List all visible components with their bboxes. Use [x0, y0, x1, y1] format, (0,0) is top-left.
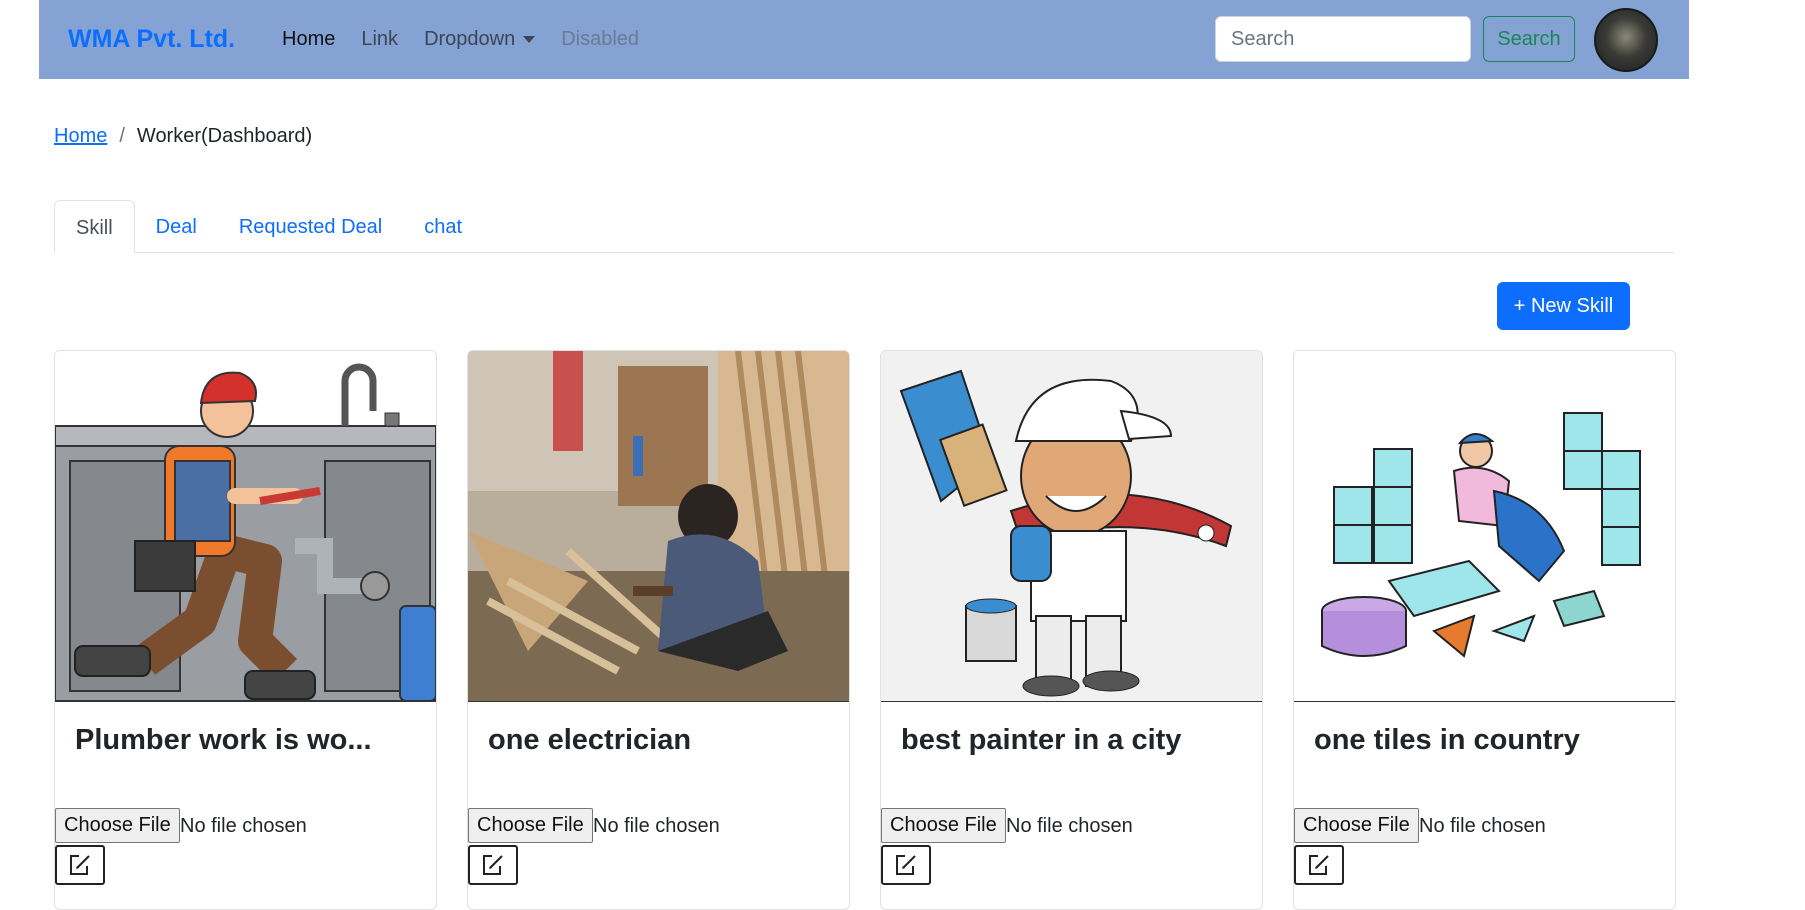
new-skill-button[interactable]: + New Skill [1497, 282, 1630, 330]
breadcrumb-separator: / [119, 125, 125, 147]
edit-icon [483, 855, 503, 875]
nav-link-link[interactable]: Link [348, 28, 411, 51]
painter-illustration [881, 351, 1262, 702]
tab-skill[interactable]: Skill [54, 200, 135, 253]
edit-button[interactable] [55, 845, 105, 885]
breadcrumb-home-link[interactable]: Home [54, 125, 107, 148]
tab-bar: Skill Deal Requested Deal chat [54, 200, 1674, 253]
edit-button[interactable] [468, 845, 518, 885]
tiler-illustration [1294, 351, 1675, 702]
card-title: Plumber work is wo... [75, 724, 372, 756]
file-status-text: No file chosen [1419, 815, 1546, 837]
search-input[interactable] [1215, 16, 1471, 62]
file-status-text: No file chosen [180, 815, 307, 837]
edit-icon [70, 855, 90, 875]
tab-requested-deal[interactable]: Requested Deal [218, 200, 403, 252]
nav-links: Home Link Dropdown Disabled [269, 28, 652, 51]
choose-file-button[interactable]: Choose File [468, 808, 593, 843]
skill-card: best painter in a city Choose File No fi… [880, 350, 1263, 910]
brand-logo[interactable]: WMA Pvt. Ltd. [68, 25, 235, 54]
caret-down-icon [523, 36, 536, 44]
card-title: best painter in a city [901, 724, 1182, 756]
breadcrumb-current: Worker(Dashboard) [136, 125, 313, 147]
edit-button[interactable] [881, 845, 931, 885]
choose-file-button[interactable]: Choose File [1294, 808, 1419, 843]
tab-deal[interactable]: Deal [135, 200, 218, 252]
plumber-illustration [55, 351, 436, 702]
user-avatar[interactable] [1594, 8, 1658, 72]
nav-dropdown-label: Dropdown [424, 28, 516, 50]
navbar: WMA Pvt. Ltd. Home Link Dropdown Disable… [39, 0, 1689, 79]
carpenter-photo [468, 351, 849, 702]
nav-link-home[interactable]: Home [269, 28, 348, 51]
nav-link-disabled: Disabled [561, 28, 640, 50]
card-title: one electrician [488, 724, 692, 756]
card-title: one tiles in country [1314, 724, 1580, 756]
edit-icon [1309, 855, 1329, 875]
skill-card: Plumber work is wo... Choose File No fil… [54, 350, 437, 910]
choose-file-button[interactable]: Choose File [881, 808, 1006, 843]
skill-card: one tiles in country Choose File No file… [1293, 350, 1676, 910]
edit-button[interactable] [1294, 845, 1344, 885]
choose-file-button[interactable]: Choose File [55, 808, 180, 843]
file-status-text: No file chosen [593, 815, 720, 837]
search-button[interactable]: Search [1483, 16, 1575, 62]
breadcrumb: Home / Worker(Dashboard) [54, 125, 312, 148]
tab-chat[interactable]: chat [403, 200, 483, 252]
skill-card: one electrician Choose File No file chos… [467, 350, 850, 910]
nav-dropdown[interactable]: Dropdown [411, 28, 548, 51]
edit-icon [896, 855, 916, 875]
file-status-text: No file chosen [1006, 815, 1133, 837]
